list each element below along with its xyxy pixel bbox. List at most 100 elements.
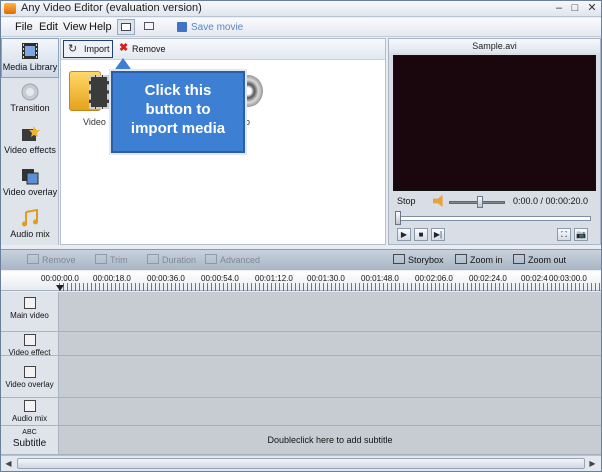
timeline-remove-label: Remove <box>42 255 76 265</box>
preview-title: Sample.avi <box>389 39 600 53</box>
scroll-right-icon[interactable]: ▶ <box>587 458 598 469</box>
horizontal-scrollbar[interactable]: ◀ ▶ <box>1 455 601 471</box>
duration-label: Duration <box>162 255 197 265</box>
ruler-label: 00:00:00.0 <box>41 274 79 283</box>
play-button[interactable]: ▶ <box>397 228 411 241</box>
sidebar-item-transition[interactable]: Transition <box>1 80 59 120</box>
clock-icon <box>147 254 159 264</box>
track-subtitle[interactable]: Doubleclick here to add subtitle <box>59 426 601 455</box>
menu-edit[interactable]: Edit <box>39 21 58 33</box>
next-frame-button[interactable]: ▶| <box>431 228 445 241</box>
ruler-label: 00:00:36.0 <box>147 274 185 283</box>
monitor-view-button[interactable] <box>141 19 159 35</box>
zoom-in-label: Zoom in <box>470 255 503 265</box>
seek-bar[interactable] <box>397 216 591 221</box>
sidebar-item-video-overlay[interactable]: Video overlay <box>1 164 59 204</box>
monitor-icon <box>144 22 154 30</box>
timeline-remove-button[interactable]: Remove <box>27 254 76 265</box>
stop-button[interactable]: ■ <box>414 228 428 241</box>
snapshot-button[interactable]: 📷 <box>574 228 588 241</box>
effect-icon <box>23 334 36 346</box>
track-audio-mix[interactable] <box>59 398 601 426</box>
track-video-effect[interactable] <box>59 332 601 356</box>
video-screen <box>393 55 596 191</box>
track-label-audio-mix: Audio mix <box>1 398 59 426</box>
sidebar-item-label: Video overlay <box>2 187 58 197</box>
sidebar: Media Library Transition Video effects V… <box>1 38 59 245</box>
storybox-button[interactable]: Storybox <box>393 254 444 265</box>
playhead-marker[interactable] <box>56 285 64 291</box>
save-movie-button[interactable]: Save movie <box>191 22 243 33</box>
advanced-button[interactable]: Advanced <box>205 254 260 265</box>
storybox-label: Storybox <box>408 255 444 265</box>
close-button[interactable]: ✕ <box>585 2 599 15</box>
sidebar-item-media-library[interactable]: Media Library <box>1 38 59 78</box>
app-window: Any Video Editor (evaluation version) – … <box>0 0 602 472</box>
ruler-label: 00:00:18.0 <box>93 274 131 283</box>
menu-file[interactable]: File <box>15 21 33 33</box>
track-label-video-overlay: Video overlay <box>1 356 59 398</box>
advanced-icon <box>205 254 217 264</box>
trim-icon <box>95 254 107 264</box>
callout-line: button to <box>145 101 211 118</box>
scroll-left-icon[interactable]: ◀ <box>3 458 14 469</box>
import-tooltip-callout: Click this button to import media <box>111 71 245 153</box>
film-strip-icon <box>89 75 109 109</box>
ruler-label: 00:00:54.0 <box>201 274 239 283</box>
ruler-label: 00:01:30.0 <box>307 274 345 283</box>
callout-line: Click this <box>144 82 212 99</box>
sidebar-item-audio-mix[interactable]: Audio mix <box>1 206 59 246</box>
menu-view[interactable]: View <box>63 21 87 33</box>
import-button[interactable]: ↻ Import <box>63 40 113 58</box>
sidebar-item-video-effects[interactable]: Video effects <box>1 122 59 162</box>
seek-handle[interactable] <box>395 211 401 225</box>
duration-button[interactable]: Duration <box>147 254 196 265</box>
zoom-out-button[interactable]: Zoom out <box>513 254 566 265</box>
film-icon <box>22 43 38 59</box>
music-note-icon <box>23 400 36 412</box>
media-toolbar: ↻ Import ✖ Remove <box>61 39 385 60</box>
time-readout: 0:00.0 / 00:00:20.0 <box>513 196 589 206</box>
fullscreen-button[interactable]: ⛶ <box>557 228 571 241</box>
subtitle-badge: ABC <box>22 429 37 436</box>
track-name: Video overlay <box>5 380 54 389</box>
overlay-icon <box>22 169 39 185</box>
timeline-toolbar: Remove Trim Duration Advanced Storybox Z… <box>1 249 601 270</box>
app-icon <box>4 3 16 14</box>
zoom-out-icon <box>513 254 525 264</box>
sidebar-item-label: Media Library <box>2 62 58 72</box>
scrollbar-thumb[interactable] <box>17 458 585 469</box>
track-label-subtitle: ABC Subtitle <box>1 426 59 455</box>
film-icon <box>23 297 36 309</box>
storyboard-view-button[interactable] <box>117 19 135 35</box>
minimize-button[interactable]: – <box>552 2 566 15</box>
remove-button[interactable]: Remove <box>132 44 166 54</box>
zoom-in-button[interactable]: Zoom in <box>455 254 503 265</box>
zoom-out-label: Zoom out <box>528 255 567 265</box>
remove-icon <box>27 254 39 264</box>
track-main-video[interactable] <box>59 292 601 332</box>
title-bar: Any Video Editor (evaluation version) – … <box>1 1 601 17</box>
ruler-label: 00:02:4 <box>521 274 548 283</box>
ruler-label: 00:01:48.0 <box>361 274 399 283</box>
sidebar-item-label: Audio mix <box>10 229 50 239</box>
preview-panel: Sample.avi Stop 0:00.0 / 00:00:20.0 ▶ ■ … <box>388 38 601 245</box>
maximize-button[interactable]: □ <box>568 2 582 15</box>
import-icon: ↻ <box>68 43 78 55</box>
ruler-label: 00:02:24.0 <box>469 274 507 283</box>
timeline-ruler[interactable]: 00:00:00.0 00:00:18.0 00:00:36.0 00:00:5… <box>1 271 601 291</box>
menu-help[interactable]: Help <box>89 21 112 33</box>
trim-button[interactable]: Trim <box>95 254 128 265</box>
volume-icon[interactable] <box>433 195 443 207</box>
track-video-overlay[interactable] <box>59 356 601 398</box>
callout-pointer <box>113 58 133 72</box>
ruler-label: 00:03:00.0 <box>549 274 587 283</box>
ruler-label: 00:01:12.0 <box>255 274 293 283</box>
volume-slider-handle[interactable] <box>477 196 483 208</box>
trim-label: Trim <box>110 255 128 265</box>
advanced-label: Advanced <box>220 255 261 265</box>
window-title: Any Video Editor (evaluation version) <box>21 2 202 14</box>
sidebar-item-label: Transition <box>10 103 50 113</box>
track-label-video-effect: Video effect <box>1 332 59 357</box>
ruler-label: 00:02:06.0 <box>415 274 453 283</box>
